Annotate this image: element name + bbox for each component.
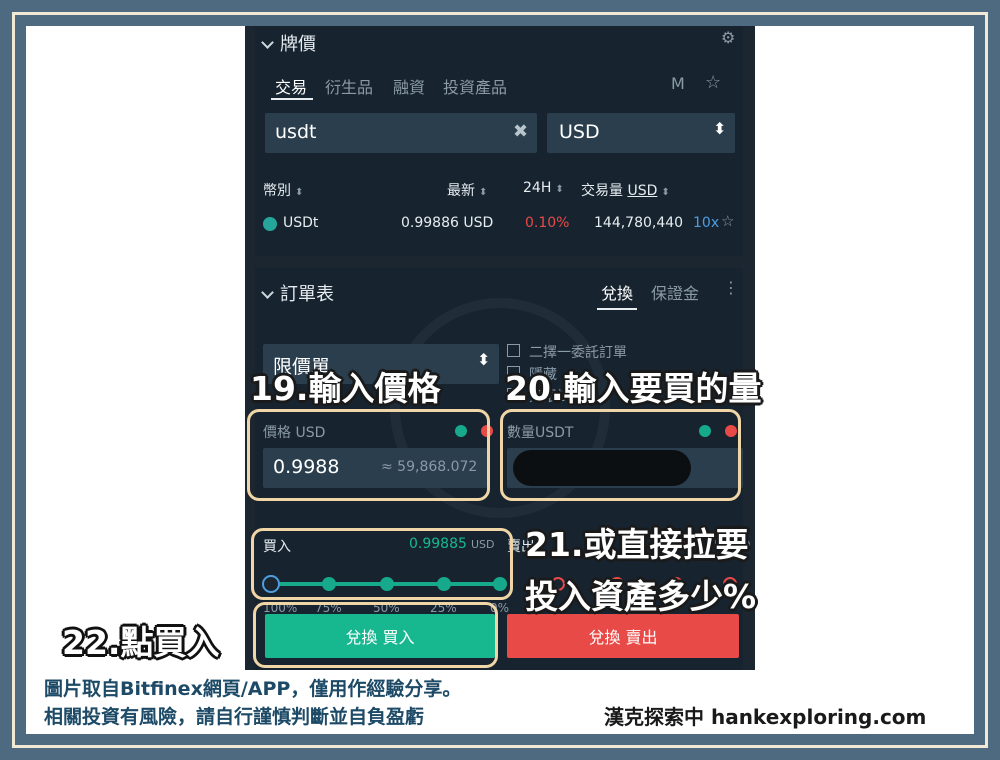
sort-icon: ⬍: [295, 187, 304, 198]
tab-underline: [597, 308, 637, 310]
column-symbol[interactable]: 幣別 ⬍: [263, 180, 303, 200]
oco-checkbox[interactable]: [507, 344, 520, 357]
row-symbol: USDt: [283, 215, 319, 231]
ticker-panel-header[interactable]: 牌價: [261, 30, 316, 56]
row-last: 0.99886 USD: [401, 215, 494, 231]
column-volume[interactable]: 交易量 USD ⬍: [581, 180, 670, 200]
tab-margin[interactable]: 保證金: [651, 280, 699, 304]
column-last-label: 最新: [447, 183, 475, 199]
sort-icon: ⬍: [555, 184, 564, 195]
tab-invest[interactable]: 投資產品: [443, 74, 507, 98]
star-icon[interactable]: ☆: [705, 72, 721, 93]
currency-select[interactable]: USD ⬍: [547, 113, 735, 153]
sell-button[interactable]: 兌換 賣出: [507, 614, 739, 658]
column-change[interactable]: 24H ⬍: [523, 180, 564, 196]
order-panel-title: 訂單表: [280, 284, 334, 305]
column-change-label: 24H: [523, 180, 552, 196]
annotation-step21-line2: 投入資產多少%: [525, 577, 757, 616]
annotation-step20: 20.輸入要買的量: [505, 369, 762, 408]
sort-arrows-icon: ⬍: [477, 350, 491, 369]
order-panel-header[interactable]: 訂單表: [261, 280, 334, 306]
chevron-down-icon: [261, 36, 274, 49]
column-volume-unit[interactable]: USD: [627, 183, 657, 199]
brand-watermark: 漢克探索中 hankexploring.com: [604, 705, 927, 729]
currency-select-value: USD: [559, 121, 600, 143]
oco-label: 二擇一委託訂單: [529, 345, 627, 361]
ticker-panel-title: 牌價: [280, 34, 316, 55]
column-last[interactable]: 最新 ⬍: [447, 180, 487, 200]
footer-disclaimer-2: 相關投資有風險，請自行謹慎判斷並自負盈虧: [44, 706, 425, 728]
callout-amount: [500, 409, 741, 501]
sort-icon: ⬍: [479, 187, 488, 198]
row-volume: 144,780,440: [594, 215, 684, 231]
chevron-down-icon: [261, 286, 274, 299]
favorite-star-icon[interactable]: ☆: [721, 212, 734, 230]
tab-exchange-mode[interactable]: 兌換: [601, 280, 633, 304]
sort-arrows-icon: ⬍: [713, 119, 727, 138]
more-menu-icon[interactable]: ⋮: [723, 278, 739, 297]
callout-buy: [253, 602, 498, 668]
callout-slider: [251, 528, 513, 600]
column-symbol-label: 幣別: [263, 183, 291, 199]
clear-icon[interactable]: ✖: [513, 121, 528, 142]
gear-icon[interactable]: ⚙: [721, 28, 735, 47]
tab-underline: [271, 98, 313, 100]
annotation-step19: 19.輸入價格: [250, 369, 441, 408]
tether-icon: [263, 217, 277, 231]
column-volume-label: 交易量: [581, 183, 623, 199]
annotation-step22: 22.點買入: [62, 623, 220, 662]
callout-price: [247, 409, 490, 501]
tab-funding[interactable]: 融資: [393, 74, 425, 98]
footer-disclaimer-1: 圖片取自Bitfinex網頁/APP，僅用作經驗分享。: [44, 678, 462, 700]
row-change: 0.10%: [525, 215, 570, 231]
tab-m[interactable]: M: [671, 74, 685, 93]
tab-exchange[interactable]: 交易: [275, 74, 307, 98]
annotation-step21-line1: 21.或直接拉要: [525, 525, 749, 564]
search-input[interactable]: usdt ✖: [265, 113, 537, 153]
tab-derivatives[interactable]: 衍生品: [325, 74, 373, 98]
ticker-panel: 牌價 ⚙ 交易 衍生品 融資 投資產品 M ☆ usdt ✖ USD ⬍ 幣別 ⬍…: [255, 26, 743, 256]
sort-icon: ⬍: [661, 187, 670, 198]
row-leverage[interactable]: 10x: [693, 215, 719, 231]
search-input-value: usdt: [275, 121, 317, 143]
